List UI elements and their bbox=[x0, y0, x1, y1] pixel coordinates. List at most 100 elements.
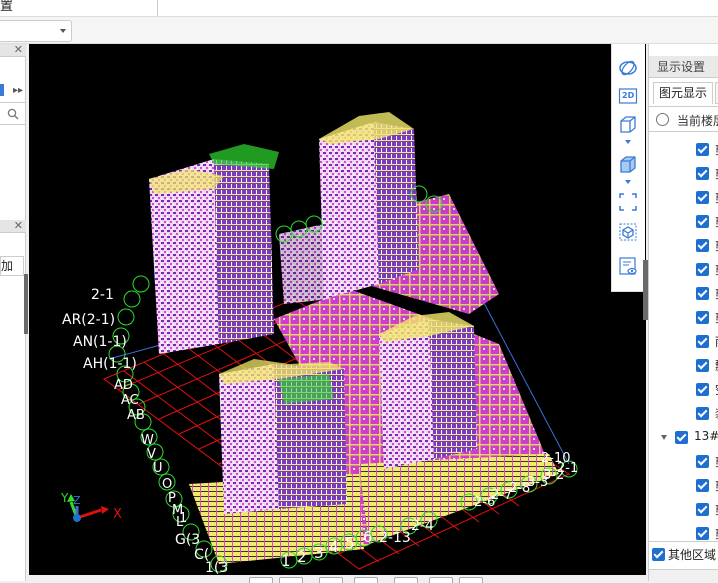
grid-label-left: U bbox=[153, 461, 163, 476]
2d-label: 2D bbox=[622, 91, 635, 100]
display-settings-icon[interactable] bbox=[616, 254, 640, 278]
search-icon[interactable] bbox=[7, 108, 19, 123]
status-button[interactable] bbox=[279, 577, 303, 583]
panel-resize-handle[interactable] bbox=[24, 274, 28, 334]
floor-select-dropdown[interactable] bbox=[0, 20, 72, 42]
grid-label-left: AH(1-1) bbox=[83, 356, 137, 372]
chevron-down-icon bbox=[60, 29, 66, 33]
status-button[interactable] bbox=[459, 577, 483, 583]
grid-label-left: 1 bbox=[179, 511, 187, 526]
grid-label-left: O bbox=[162, 477, 172, 492]
grid-label-bottom: 4 bbox=[329, 538, 339, 556]
menu-divider bbox=[157, 0, 158, 16]
grid-label-left: AB bbox=[127, 408, 145, 423]
element-tree: 剪 剪 剪 剪 剪 剪 剪 剪 雨 飘 空 装 13# 剪 剪 剪 剪 bbox=[649, 132, 718, 542]
group-label: 13# bbox=[694, 429, 718, 443]
item-checkbox[interactable] bbox=[696, 311, 709, 324]
fit-view-icon[interactable] bbox=[616, 190, 640, 214]
grid-label-left: AD bbox=[114, 378, 133, 393]
add-button-label: 加 bbox=[1, 259, 14, 273]
menu-title[interactable]: 置 bbox=[0, 0, 13, 14]
close-icon[interactable]: ✕ bbox=[14, 43, 23, 56]
selection-marker bbox=[0, 84, 4, 96]
axis-y-label: Y bbox=[60, 491, 69, 505]
chevron-down-icon[interactable] bbox=[625, 140, 631, 144]
status-button[interactable] bbox=[394, 577, 418, 583]
grid-label-bottom: 5 bbox=[345, 534, 355, 552]
status-toolbar bbox=[29, 575, 646, 583]
expand-arrows-icon[interactable]: ▸▸ bbox=[13, 85, 23, 96]
other-area-label: 其他区域 bbox=[668, 548, 717, 562]
other-area-option[interactable]: 其他区域 bbox=[649, 542, 718, 568]
divider bbox=[0, 124, 26, 125]
item-checkbox[interactable] bbox=[696, 215, 709, 228]
axis-x-label: X bbox=[113, 507, 122, 522]
item-checkbox[interactable] bbox=[696, 167, 709, 180]
wireframe-cube-icon[interactable] bbox=[616, 112, 640, 136]
item-checkbox[interactable] bbox=[696, 527, 709, 540]
item-checkbox[interactable] bbox=[696, 335, 709, 348]
building-model-render: 2-1 AR(2-1) AN(1-1) AH(1-1) AD AC AB W V… bbox=[60, 112, 578, 575]
grid-label-left: V bbox=[147, 447, 156, 462]
grid-label-left: G(3 bbox=[175, 532, 200, 548]
item-checkbox[interactable] bbox=[696, 503, 709, 516]
grid-label-bottom: 3 bbox=[314, 544, 324, 562]
left-panel: ✕ ▸▸ ✕ 加 bbox=[0, 43, 28, 581]
grid-label-bottom: 2 bbox=[297, 548, 307, 566]
iso-view-icon[interactable] bbox=[616, 220, 640, 244]
view-toolbar: 2D bbox=[611, 44, 645, 292]
grid-label-left: 2-1 bbox=[91, 287, 114, 303]
solid-cube-icon[interactable] bbox=[616, 152, 640, 176]
group-checkbox[interactable] bbox=[675, 431, 688, 444]
panel-title: 显示设置 bbox=[649, 56, 718, 78]
add-button[interactable]: 加 bbox=[0, 256, 24, 276]
grid-label-left: 1(3 bbox=[205, 560, 228, 575]
current-floor-radio[interactable] bbox=[656, 113, 669, 126]
grid-label-left: AN(1-1) bbox=[73, 334, 127, 350]
item-checkbox[interactable] bbox=[696, 407, 709, 420]
left-panel-header-2: ✕ bbox=[0, 219, 26, 233]
other-area-checkbox[interactable] bbox=[652, 548, 665, 561]
item-checkbox[interactable] bbox=[696, 239, 709, 252]
divider bbox=[0, 102, 26, 103]
status-button[interactable] bbox=[354, 577, 378, 583]
left-panel-header: ✕ bbox=[0, 43, 26, 57]
status-button[interactable] bbox=[319, 577, 343, 583]
grid-label-bottom: 2-4 bbox=[411, 518, 434, 534]
tower-front-right bbox=[379, 312, 477, 469]
item-checkbox[interactable] bbox=[696, 359, 709, 372]
chevron-down-icon[interactable] bbox=[625, 180, 631, 184]
tower-back-left bbox=[149, 144, 279, 354]
tower-front-left bbox=[219, 359, 347, 514]
2d-view-icon[interactable]: 2D bbox=[616, 84, 640, 108]
grid-label-bottom: 2-13 bbox=[379, 530, 411, 546]
display-settings-panel: 显示设置 图元显示 当前楼层 剪 剪 剪 剪 剪 剪 剪 剪 雨 飘 空 装 1… bbox=[648, 44, 718, 581]
axis-triad-icon: X Y Z bbox=[60, 491, 122, 522]
current-floor-option[interactable]: 当前楼层 bbox=[649, 106, 718, 132]
grid-label-left: W bbox=[141, 433, 154, 448]
item-checkbox[interactable] bbox=[696, 143, 709, 156]
item-checkbox[interactable] bbox=[696, 455, 709, 468]
toolbar bbox=[0, 17, 718, 44]
grid-label-right: 2-10 bbox=[541, 451, 571, 466]
grid-label-left: AC bbox=[121, 393, 139, 408]
horizontal-scrollbar[interactable] bbox=[649, 569, 718, 581]
3d-viewport[interactable]: 2-1 AR(2-1) AN(1-1) AH(1-1) AD AC AB W V… bbox=[29, 44, 646, 575]
tab-element-display[interactable]: 图元显示 bbox=[653, 82, 713, 104]
grid-label-bottom: 1 bbox=[281, 552, 291, 570]
status-button[interactable] bbox=[249, 577, 273, 583]
item-checkbox[interactable] bbox=[696, 287, 709, 300]
tower-back-right bbox=[279, 112, 419, 304]
close-icon[interactable]: ✕ bbox=[14, 219, 23, 232]
item-checkbox[interactable] bbox=[696, 263, 709, 276]
current-floor-label: 当前楼层 bbox=[677, 114, 718, 128]
chevron-down-icon[interactable] bbox=[661, 435, 667, 440]
item-checkbox[interactable] bbox=[696, 479, 709, 492]
item-checkbox[interactable] bbox=[696, 191, 709, 204]
grid-label-bottom: 6 bbox=[363, 528, 373, 546]
axis-z-label: Z bbox=[73, 494, 81, 507]
menu-bar: 置 bbox=[0, 0, 718, 17]
orbit-icon[interactable] bbox=[616, 56, 640, 80]
status-button[interactable] bbox=[429, 577, 453, 583]
item-checkbox[interactable] bbox=[696, 383, 709, 396]
